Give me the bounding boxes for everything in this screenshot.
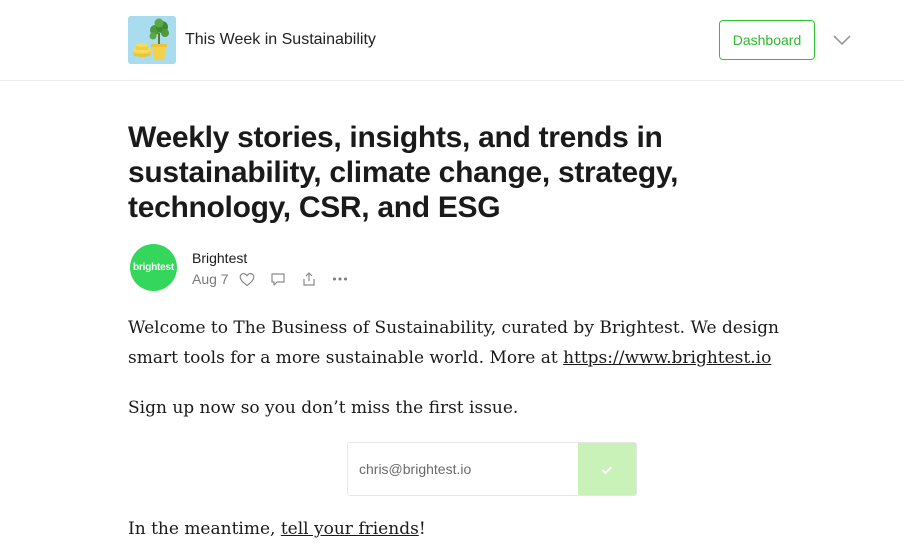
- check-icon: [601, 466, 613, 475]
- share-suffix: !: [418, 519, 426, 539]
- subscribe-button[interactable]: [578, 443, 636, 495]
- intro-paragraph: Welcome to The Business of Sustainabilit…: [128, 313, 828, 373]
- subscribe-form: [347, 442, 637, 496]
- chevron-down-icon[interactable]: [832, 32, 852, 48]
- share-paragraph: In the meantime, tell your friends!: [128, 514, 828, 544]
- email-input[interactable]: [348, 443, 578, 495]
- author-avatar[interactable]: brightest: [130, 244, 177, 291]
- heart-icon[interactable]: [238, 270, 256, 288]
- author-name[interactable]: Brightest: [192, 250, 247, 266]
- post-meta: Aug 7: [192, 270, 362, 288]
- tell-friends-link[interactable]: tell your friends: [281, 519, 419, 539]
- dashboard-button[interactable]: Dashboard: [719, 20, 815, 60]
- post-title: Weekly stories, insights, and trends in …: [128, 121, 679, 224]
- post-date: Aug 7: [192, 271, 229, 287]
- top-bar: This Week in Sustainability Dashboard: [0, 0, 904, 81]
- share-prefix: In the meantime,: [128, 519, 281, 539]
- comment-icon[interactable]: [269, 270, 287, 288]
- brightest-website-link[interactable]: https://www.brightest.io: [563, 348, 771, 368]
- share-icon[interactable]: [300, 270, 318, 288]
- signup-paragraph: Sign up now so you don’t miss the first …: [128, 398, 519, 418]
- more-icon[interactable]: [331, 270, 349, 288]
- publication-logo[interactable]: [128, 16, 176, 64]
- publication-name[interactable]: This Week in Sustainability: [185, 30, 376, 50]
